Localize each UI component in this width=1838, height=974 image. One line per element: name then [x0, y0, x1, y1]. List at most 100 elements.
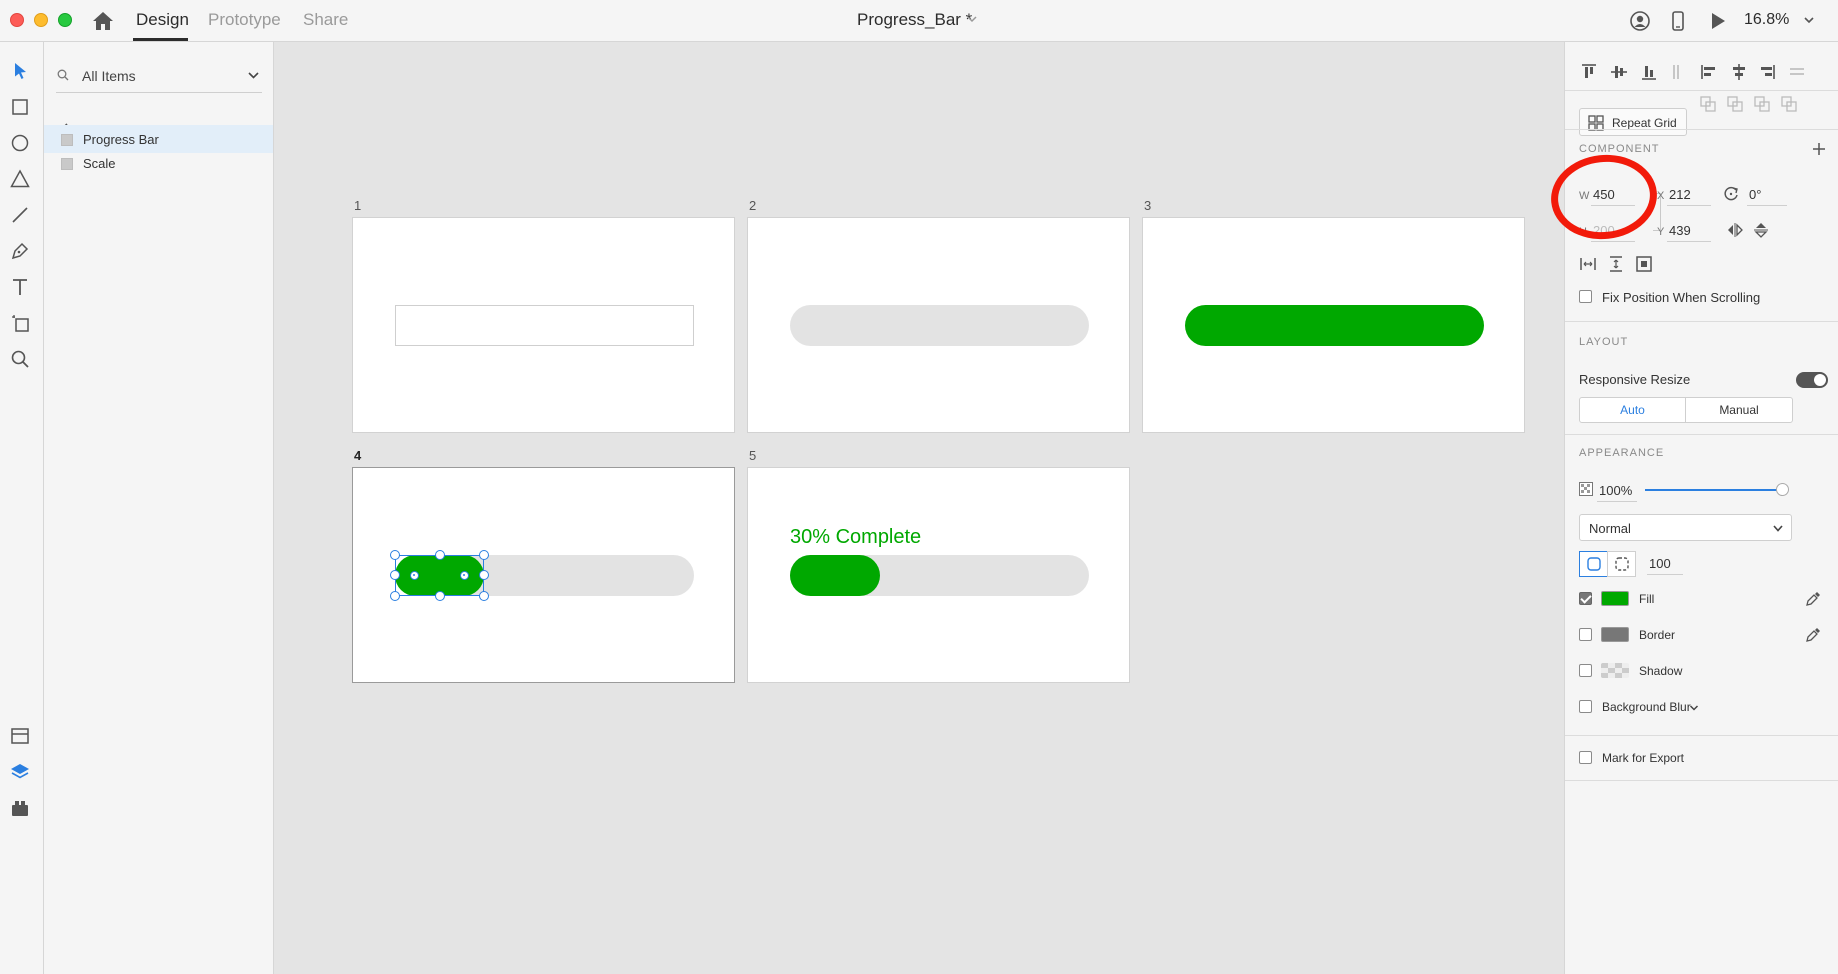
border-color-swatch[interactable]	[1601, 627, 1629, 642]
artboard-label[interactable]: 2	[749, 198, 756, 213]
play-icon[interactable]	[1707, 10, 1729, 32]
align-top-icon[interactable]	[1579, 62, 1599, 82]
layers-panel-icon[interactable]	[9, 761, 31, 783]
boolean-add-icon[interactable]	[1698, 94, 1718, 114]
window-close-button[interactable]	[10, 13, 24, 27]
resize-handle[interactable]	[479, 570, 489, 580]
artboard-label[interactable]: 5	[749, 448, 756, 463]
align-middle-icon[interactable]	[1609, 62, 1629, 82]
pen-tool-icon[interactable]	[9, 240, 31, 262]
artboard-1[interactable]	[352, 217, 735, 433]
flip-vertical-icon[interactable]	[1751, 220, 1771, 240]
distribute-horizontal-icon[interactable]	[1665, 62, 1685, 82]
shadow-checkbox[interactable]	[1579, 664, 1592, 677]
tab-share[interactable]: Share	[303, 10, 348, 30]
progress-track[interactable]	[790, 305, 1089, 346]
artboard-label[interactable]: 1	[354, 198, 361, 213]
background-blur-checkbox[interactable]	[1579, 700, 1592, 713]
artboard-5[interactable]: 30% Complete	[747, 467, 1130, 683]
chevron-down-icon[interactable]	[1803, 15, 1815, 25]
shadow-swatch[interactable]	[1601, 663, 1629, 678]
progress-fill-partial[interactable]	[790, 555, 880, 596]
per-corner-button[interactable]	[1607, 551, 1636, 577]
chevron-down-icon[interactable]	[1689, 704, 1699, 712]
document-title[interactable]: Progress_Bar *	[857, 10, 972, 30]
fix-position-checkbox[interactable]	[1579, 290, 1592, 303]
resize-handle[interactable]	[479, 550, 489, 560]
blend-mode-select[interactable]: Normal	[1579, 514, 1792, 541]
resize-handle[interactable]	[390, 570, 400, 580]
device-preview-icon[interactable]	[1667, 10, 1689, 32]
tab-prototype[interactable]: Prototype	[208, 10, 281, 30]
repeat-grid-button[interactable]: Repeat Grid	[1579, 108, 1687, 136]
opacity-slider-track[interactable]	[1645, 489, 1783, 491]
layer-item-scale[interactable]: Scale	[44, 149, 273, 177]
boolean-exclude-icon[interactable]	[1779, 94, 1799, 114]
horizontal-spacing-icon[interactable]	[1578, 254, 1598, 274]
window-zoom-button[interactable]	[58, 13, 72, 27]
assets-panel-icon[interactable]	[9, 725, 31, 747]
window-minimize-button[interactable]	[34, 13, 48, 27]
zoom-tool-icon[interactable]	[9, 348, 31, 370]
border-checkbox[interactable]	[1579, 628, 1592, 641]
search-icon[interactable]	[57, 69, 69, 81]
layer-filter-dropdown[interactable]: All Items	[82, 68, 136, 84]
select-tool-icon[interactable]	[9, 60, 31, 82]
flip-horizontal-icon[interactable]	[1725, 220, 1745, 240]
share-user-icon[interactable]	[1629, 10, 1651, 32]
zoom-level[interactable]: 16.8%	[1744, 11, 1789, 29]
fill-checkbox[interactable]	[1579, 592, 1592, 605]
progress-complete-label[interactable]: 30% Complete	[790, 526, 921, 549]
x-field[interactable]: 212	[1669, 187, 1691, 202]
progress-fill-full[interactable]	[1185, 305, 1484, 346]
uniform-corner-button[interactable]	[1579, 551, 1608, 577]
align-bottom-icon[interactable]	[1639, 62, 1659, 82]
artboard-2[interactable]	[747, 217, 1130, 433]
plugins-panel-icon[interactable]	[9, 797, 31, 819]
chevron-down-icon[interactable]	[247, 70, 260, 80]
artboard-label[interactable]: 4	[354, 448, 361, 463]
tab-design[interactable]: Design	[136, 10, 189, 30]
eyedropper-icon[interactable]	[1805, 627, 1821, 643]
y-field[interactable]: 439	[1669, 223, 1691, 238]
text-tool-icon[interactable]	[9, 276, 31, 298]
resize-handle[interactable]	[435, 550, 445, 560]
fill-color-swatch[interactable]	[1601, 591, 1629, 606]
opacity-field[interactable]: 100%	[1599, 483, 1632, 498]
rotation-field[interactable]: 0°	[1749, 187, 1761, 202]
corner-radius-field[interactable]: 100	[1649, 556, 1671, 571]
vertical-spacing-icon[interactable]	[1606, 254, 1626, 274]
boolean-intersect-icon[interactable]	[1752, 94, 1772, 114]
eyedropper-icon[interactable]	[1805, 591, 1821, 607]
chevron-down-icon[interactable]	[966, 14, 978, 24]
align-right-icon[interactable]	[1757, 62, 1777, 82]
opacity-slider-thumb[interactable]	[1776, 483, 1789, 496]
resize-handle[interactable]	[390, 591, 400, 601]
polygon-tool-icon[interactable]	[9, 168, 31, 190]
home-icon[interactable]	[91, 10, 115, 32]
line-tool-icon[interactable]	[9, 204, 31, 226]
align-center-icon[interactable]	[1729, 62, 1749, 82]
artboard-label[interactable]: 3	[1144, 198, 1151, 213]
resize-auto-button[interactable]: Auto	[1579, 397, 1686, 423]
outline-rectangle[interactable]	[395, 305, 694, 346]
add-component-icon[interactable]	[1812, 142, 1826, 156]
resize-manual-button[interactable]: Manual	[1685, 397, 1793, 423]
padding-icon[interactable]	[1634, 254, 1654, 274]
resize-handle[interactable]	[390, 550, 400, 560]
mark-for-export-checkbox[interactable]	[1579, 751, 1592, 764]
ellipse-tool-icon[interactable]	[9, 132, 31, 154]
align-left-icon[interactable]	[1699, 62, 1719, 82]
responsive-resize-toggle[interactable]	[1796, 372, 1828, 388]
rectangle-tool-icon[interactable]	[9, 96, 31, 118]
resize-handle[interactable]	[435, 591, 445, 601]
boolean-subtract-icon[interactable]	[1725, 94, 1745, 114]
artboard-4[interactable]	[352, 467, 735, 683]
artboard-3[interactable]	[1142, 217, 1525, 433]
resize-handle[interactable]	[479, 591, 489, 601]
distribute-vertical-icon[interactable]	[1787, 62, 1807, 82]
corner-radius-handle[interactable]	[460, 571, 469, 580]
artboard-tool-icon[interactable]	[9, 312, 31, 334]
corner-radius-handle[interactable]	[410, 571, 419, 580]
design-canvas[interactable]: 1 2 3 4 5 30% Complete	[274, 42, 1564, 974]
